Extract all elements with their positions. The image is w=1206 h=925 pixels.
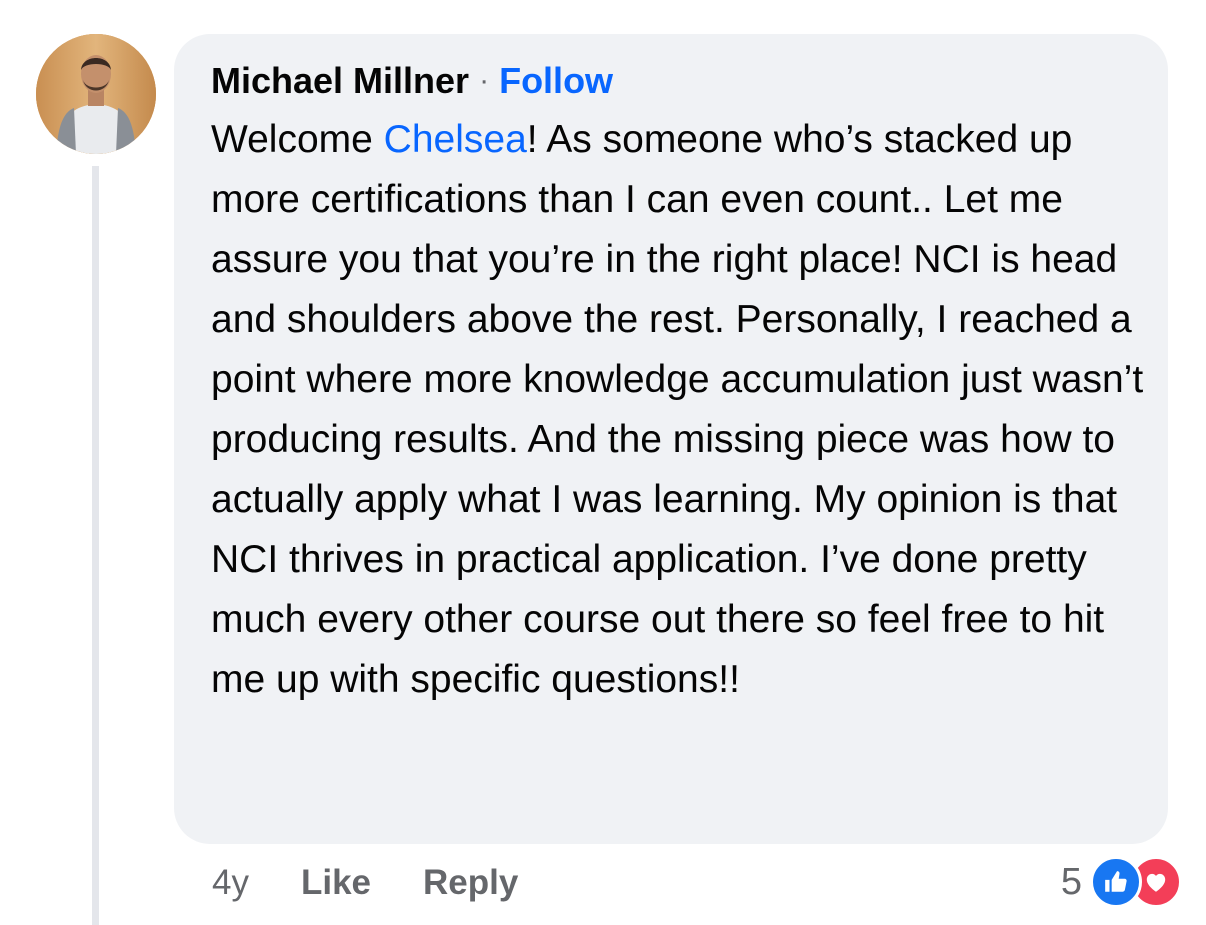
separator-dot: · (479, 64, 490, 97)
comment-actions: 4y Like Reply (212, 858, 518, 908)
reaction-count: 5 (1060, 860, 1082, 903)
comment-bubble: Michael Millner · Follow Welcome Chelsea… (174, 34, 1168, 844)
author-name[interactable]: Michael Millner (211, 60, 469, 102)
avatar[interactable] (36, 34, 156, 154)
comment-text-start: Welcome (211, 118, 384, 161)
thumbs-up-icon (1090, 856, 1142, 908)
comment-text: Welcome Chelsea! As someone who’s stacke… (211, 110, 1151, 710)
like-button[interactable]: Like (301, 863, 371, 903)
comment-header: Michael Millner · Follow (211, 56, 1144, 106)
comment-text-rest: ! As someone who’s stacked up more certi… (211, 118, 1144, 701)
timestamp[interactable]: 4y (212, 863, 249, 903)
follow-button[interactable]: Follow (499, 60, 613, 102)
reply-button[interactable]: Reply (423, 863, 518, 903)
mention-link[interactable]: Chelsea (384, 118, 527, 161)
thread-line (92, 166, 99, 925)
profile-photo (36, 34, 156, 154)
reactions-summary[interactable]: 5 (1061, 855, 1182, 909)
